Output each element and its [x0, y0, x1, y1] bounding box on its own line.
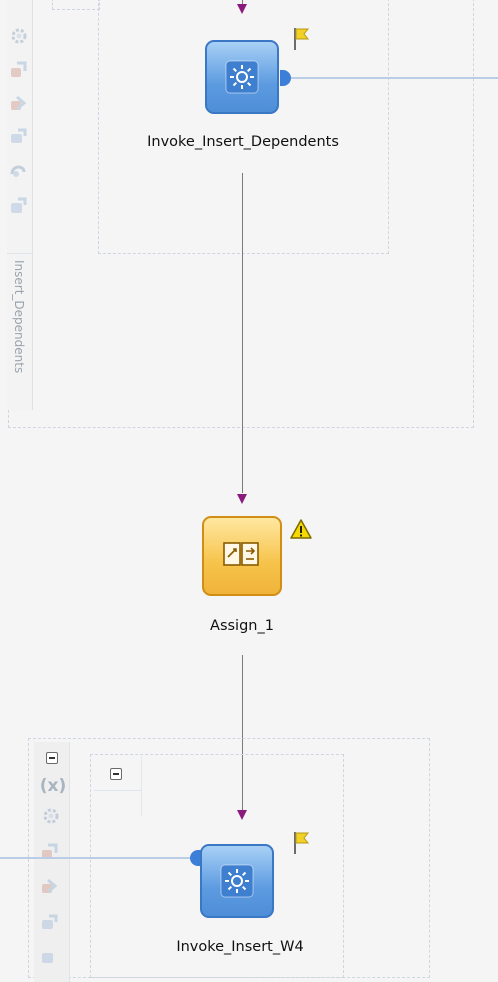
reply-icon[interactable] [39, 876, 59, 896]
assign-node[interactable] [202, 516, 282, 596]
flag-icon[interactable] [291, 26, 311, 52]
collapse-toggle-outer[interactable] [46, 752, 58, 764]
invoke-node-insert-w4[interactable] [200, 844, 274, 918]
gear-icon[interactable] [9, 26, 29, 46]
invoke-small-icon[interactable] [39, 912, 59, 932]
receive-icon[interactable] [39, 842, 59, 862]
compensate-icon[interactable] [8, 160, 28, 180]
scope-inner-top [98, 0, 389, 254]
reply-icon[interactable] [8, 93, 28, 113]
flag-icon[interactable] [291, 830, 311, 856]
invoke-node-insert-dependents[interactable] [205, 40, 279, 114]
warning-icon[interactable] [289, 518, 313, 540]
gear-icon [225, 60, 259, 94]
assign-icon [223, 542, 259, 566]
scope-side-label: Insert_Dependents [12, 260, 26, 374]
receive-icon[interactable] [8, 60, 28, 80]
partner-link-line-top [291, 77, 498, 79]
variables-icon[interactable]: (x) [38, 776, 68, 796]
inner-header-line-v [141, 756, 142, 816]
invoke-label-insert-dependents: Invoke_Insert_Dependents [147, 134, 339, 150]
assign-label: Assign_1 [210, 618, 274, 634]
gear-icon[interactable] [41, 806, 61, 826]
side-strip-divider [7, 253, 33, 254]
flow-arrowhead-w4 [237, 810, 247, 820]
collapse-toggle-inner[interactable] [110, 768, 122, 780]
scope-header-fragment [52, 0, 100, 10]
bpel-canvas[interactable]: Insert_Dependents Invoke_Insert_Dependen… [0, 0, 498, 982]
invoke-label-insert-w4: Invoke_Insert_W4 [176, 939, 304, 955]
gear-icon [220, 864, 254, 898]
invoke-small-icon[interactable] [8, 126, 28, 146]
flow-line-1 [242, 173, 243, 493]
throw-icon[interactable] [8, 196, 28, 216]
flow-arrowhead-top [237, 4, 247, 14]
throw-icon[interactable] [39, 946, 59, 966]
flow-arrowhead-assign [237, 494, 247, 504]
inner-header-line [94, 790, 142, 791]
partner-link-line-bottom [0, 857, 191, 859]
